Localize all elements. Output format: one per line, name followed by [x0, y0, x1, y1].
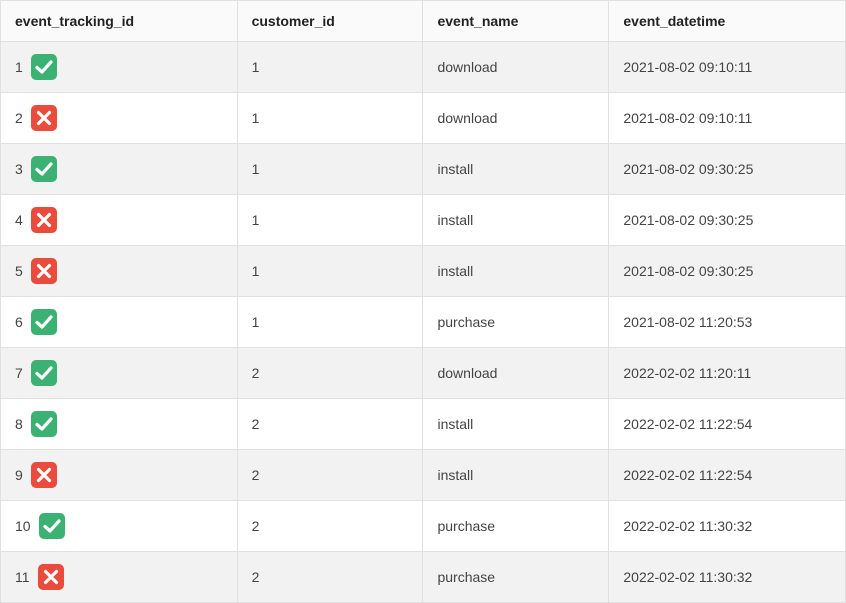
cross-icon — [38, 564, 64, 590]
cell-event-name: install — [423, 450, 609, 501]
column-header-event-name: event_name — [423, 1, 609, 42]
cell-event-datetime: 2022-02-02 11:30:32 — [609, 501, 846, 552]
cell-event-name: install — [423, 195, 609, 246]
table-row: 10 2purchase2022-02-02 11:30:32 — [1, 501, 846, 552]
check-icon — [31, 54, 57, 80]
table-row: 3 1install2021-08-02 09:30:25 — [1, 144, 846, 195]
cell-customer-id: 1 — [237, 42, 423, 93]
cell-event-name: install — [423, 144, 609, 195]
cell-customer-id: 1 — [237, 144, 423, 195]
table-header: event_tracking_id customer_id event_name… — [1, 1, 846, 42]
cell-event-tracking-id: 9 — [1, 450, 238, 501]
events-table: event_tracking_id customer_id event_name… — [0, 0, 846, 603]
cell-event-name: download — [423, 348, 609, 399]
row-id: 1 — [15, 59, 23, 75]
table-row: 8 2install2022-02-02 11:22:54 — [1, 399, 846, 450]
cell-customer-id: 1 — [237, 297, 423, 348]
cell-event-datetime: 2021-08-02 09:30:25 — [609, 195, 846, 246]
check-icon — [31, 309, 57, 335]
check-icon — [31, 360, 57, 386]
cross-icon — [31, 258, 57, 284]
row-id: 8 — [15, 416, 23, 432]
table-row: 7 2download2022-02-02 11:20:11 — [1, 348, 846, 399]
cell-event-datetime: 2022-02-02 11:30:32 — [609, 552, 846, 603]
cell-event-name: purchase — [423, 552, 609, 603]
cell-event-datetime: 2021-08-02 11:20:53 — [609, 297, 846, 348]
cross-icon — [31, 462, 57, 488]
check-icon — [31, 156, 57, 182]
cell-event-tracking-id: 4 — [1, 195, 238, 246]
table-row: 11download2021-08-02 09:10:11 — [1, 42, 846, 93]
cell-event-name: download — [423, 42, 609, 93]
cell-event-datetime: 2022-02-02 11:22:54 — [609, 399, 846, 450]
cell-event-datetime: 2022-02-02 11:20:11 — [609, 348, 846, 399]
cell-event-name: purchase — [423, 501, 609, 552]
cross-icon — [31, 105, 57, 131]
row-id: 3 — [15, 161, 23, 177]
row-id: 4 — [15, 212, 23, 228]
row-id: 2 — [15, 110, 23, 126]
cell-event-datetime: 2021-08-02 09:10:11 — [609, 93, 846, 144]
table-row: 6 1purchase2021-08-02 11:20:53 — [1, 297, 846, 348]
cell-customer-id: 1 — [237, 93, 423, 144]
cell-customer-id: 2 — [237, 501, 423, 552]
cell-event-tracking-id: 10 — [1, 501, 238, 552]
row-id: 6 — [15, 314, 23, 330]
row-id: 5 — [15, 263, 23, 279]
cell-customer-id: 1 — [237, 195, 423, 246]
cell-event-tracking-id: 7 — [1, 348, 238, 399]
cell-event-tracking-id: 5 — [1, 246, 238, 297]
table-row: 9 2install2022-02-02 11:22:54 — [1, 450, 846, 501]
table-row: 4 1install2021-08-02 09:30:25 — [1, 195, 846, 246]
table-row: 2 1download2021-08-02 09:10:11 — [1, 93, 846, 144]
cell-event-datetime: 2022-02-02 11:22:54 — [609, 450, 846, 501]
cell-event-name: install — [423, 399, 609, 450]
cell-event-tracking-id: 6 — [1, 297, 238, 348]
check-icon — [31, 411, 57, 437]
cell-customer-id: 2 — [237, 399, 423, 450]
cell-event-name: purchase — [423, 297, 609, 348]
cell-event-tracking-id: 3 — [1, 144, 238, 195]
cell-event-tracking-id: 1 — [1, 42, 238, 93]
column-header-customer-id: customer_id — [237, 1, 423, 42]
row-id: 9 — [15, 467, 23, 483]
cell-customer-id: 2 — [237, 348, 423, 399]
cell-event-tracking-id: 8 — [1, 399, 238, 450]
cell-event-tracking-id: 2 — [1, 93, 238, 144]
cell-customer-id: 2 — [237, 450, 423, 501]
table-row: 11 2purchase2022-02-02 11:30:32 — [1, 552, 846, 603]
column-header-event-tracking-id: event_tracking_id — [1, 1, 238, 42]
row-id: 11 — [15, 569, 30, 585]
cell-event-tracking-id: 11 — [1, 552, 238, 603]
table-row: 5 1install2021-08-02 09:30:25 — [1, 246, 846, 297]
cross-icon — [31, 207, 57, 233]
cell-event-datetime: 2021-08-02 09:10:11 — [609, 42, 846, 93]
table-body: 11download2021-08-02 09:10:1121download2… — [1, 42, 846, 603]
check-icon — [39, 513, 65, 539]
cell-event-datetime: 2021-08-02 09:30:25 — [609, 144, 846, 195]
cell-customer-id: 1 — [237, 246, 423, 297]
cell-customer-id: 2 — [237, 552, 423, 603]
cell-event-name: download — [423, 93, 609, 144]
cell-event-name: install — [423, 246, 609, 297]
cell-event-datetime: 2021-08-02 09:30:25 — [609, 246, 846, 297]
row-id: 7 — [15, 365, 23, 381]
row-id: 10 — [15, 518, 31, 534]
column-header-event-datetime: event_datetime — [609, 1, 846, 42]
